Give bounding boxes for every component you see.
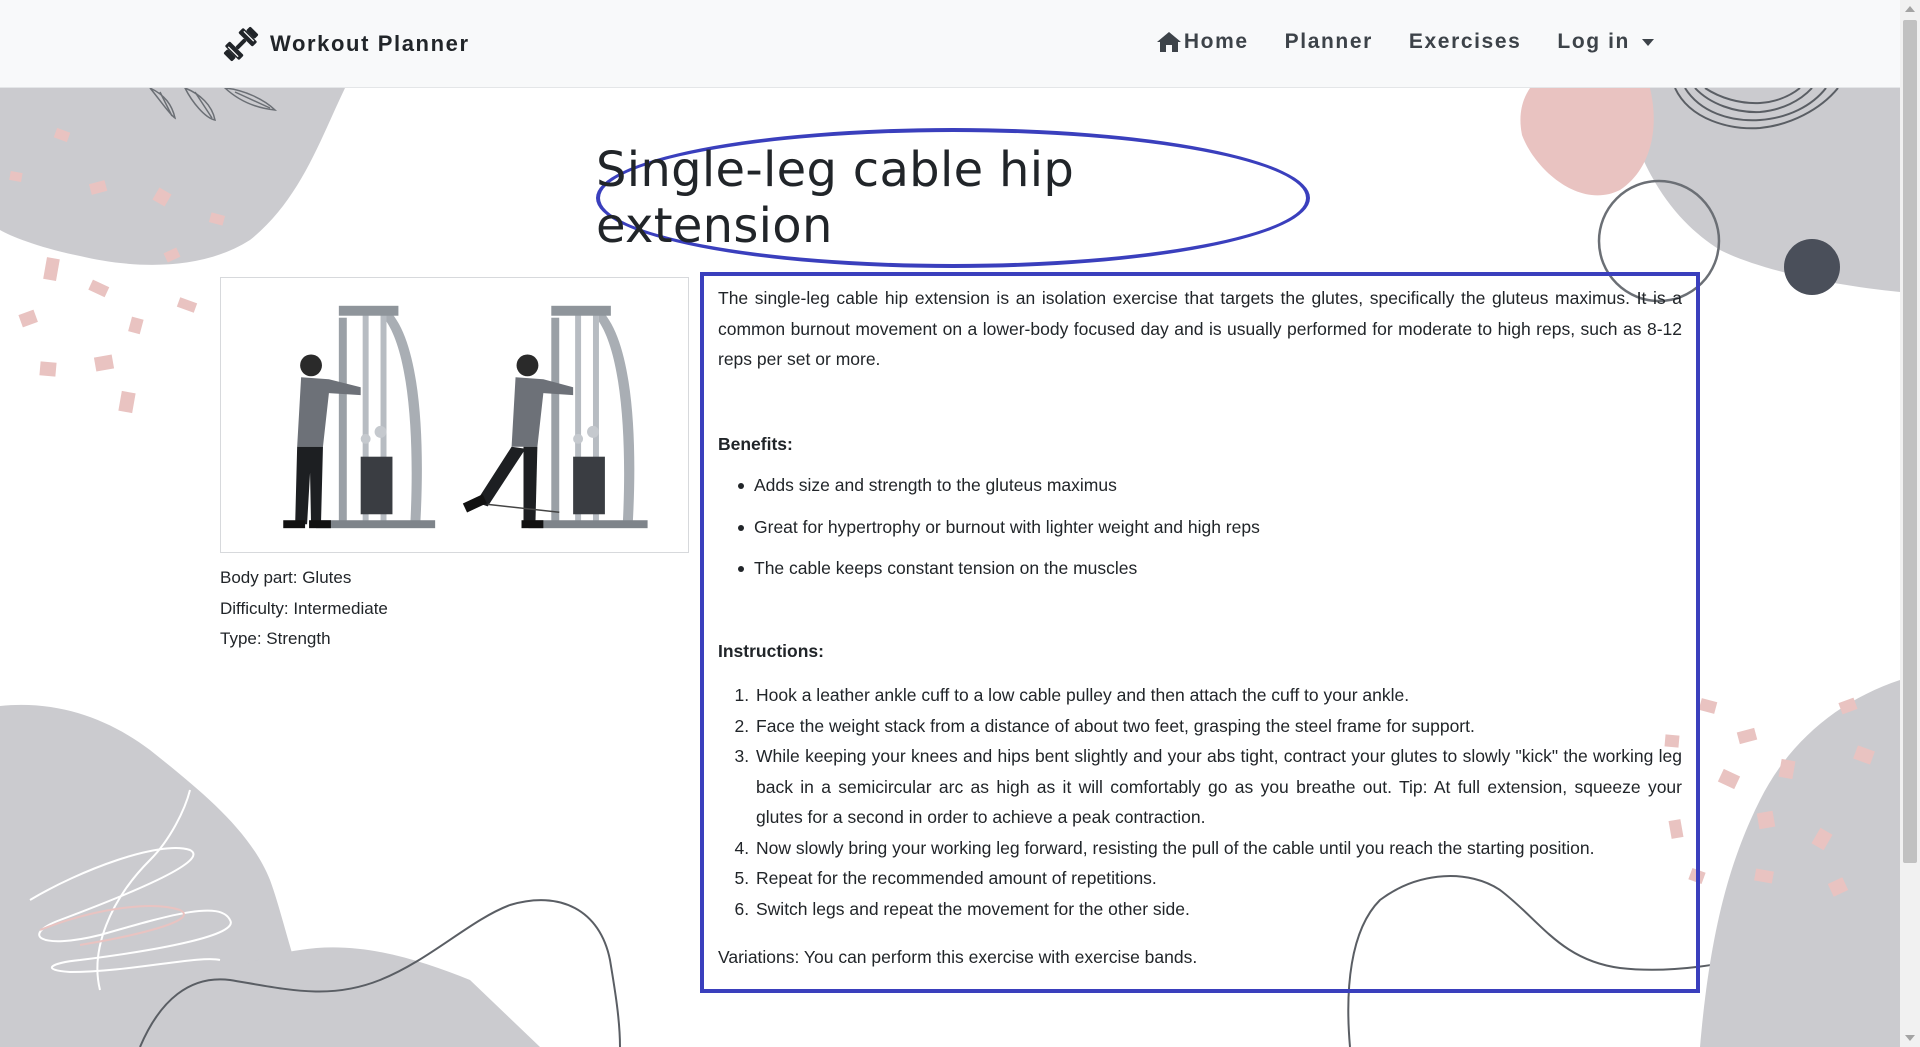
exercise-illustration bbox=[283, 305, 648, 529]
scroll-down-arrow-icon[interactable] bbox=[1905, 1035, 1915, 1041]
exercise-title: Single-leg cable hip extension bbox=[596, 142, 1075, 254]
list-item: Switch legs and repeat the movement for … bbox=[754, 894, 1682, 925]
list-item: Hook a leather ankle cuff to a low cable… bbox=[754, 680, 1682, 711]
nav-exercises-label: Exercises bbox=[1408, 30, 1522, 53]
cable-machine-left bbox=[316, 305, 436, 529]
scrollbar-thumb[interactable] bbox=[1903, 20, 1917, 863]
list-item: The cable keeps constant tension on the … bbox=[738, 553, 1682, 584]
nav-menu: Home Planner Exercises Log in bbox=[1138, 24, 1672, 60]
list-item: Great for hypertrophy or burnout with li… bbox=[738, 512, 1682, 543]
bg-blob-top-left bbox=[0, 88, 345, 265]
vertical-scrollbar[interactable] bbox=[1900, 0, 1920, 1047]
person-standing bbox=[283, 354, 361, 529]
navbar: Workout Planner Home Planner Exercises L… bbox=[0, 0, 1900, 88]
nav-login-label: Log in bbox=[1557, 30, 1630, 53]
bg-dark-dot bbox=[1784, 239, 1840, 295]
home-icon bbox=[1156, 32, 1181, 52]
list-item: Now slowly bring your working leg forwar… bbox=[754, 833, 1682, 864]
description-text: The single-leg cable hip extension is an… bbox=[718, 288, 1682, 369]
nav-planner-link[interactable]: Planner bbox=[1267, 30, 1391, 54]
exercise-description-panel: The single-leg cable hip extension is an… bbox=[700, 272, 1700, 993]
benefits-list: Adds size and strength to the gluteus ma… bbox=[718, 470, 1682, 584]
exercise-image bbox=[220, 277, 689, 553]
variations-text: Variations: You can perform this exercis… bbox=[718, 947, 1198, 967]
exercise-meta: Body part: Glutes Difficulty: Intermedia… bbox=[220, 563, 388, 655]
brand-title: Workout Planner bbox=[270, 31, 470, 56]
title-wrapper: Single-leg cable hip extension bbox=[596, 128, 1310, 268]
cable-machine-right bbox=[528, 305, 648, 529]
list-item: Face the weight stack from a distance of… bbox=[754, 711, 1682, 742]
bg-blob-top-right-gray bbox=[1620, 88, 1900, 292]
list-item: While keeping your knees and hips bent s… bbox=[754, 741, 1682, 833]
bg-blob-top-right-pink bbox=[1520, 88, 1654, 196]
nav-exercises-link[interactable]: Exercises bbox=[1391, 30, 1540, 54]
nav-login-dropdown[interactable]: Log in bbox=[1539, 30, 1672, 54]
instructions-heading: Instructions: bbox=[718, 640, 824, 661]
list-item: Repeat for the recommended amount of rep… bbox=[754, 863, 1682, 894]
list-item: Adds size and strength to the gluteus ma… bbox=[738, 470, 1682, 501]
nav-home-link[interactable]: Home bbox=[1138, 30, 1267, 54]
benefits-heading: Benefits: bbox=[718, 433, 793, 454]
body-part: Body part: Glutes bbox=[220, 568, 352, 587]
scroll-up-arrow-icon[interactable] bbox=[1905, 6, 1915, 12]
difficulty: Difficulty: Intermediate bbox=[220, 598, 388, 618]
brand-link[interactable]: Workout Planner bbox=[220, 22, 470, 66]
dumbbell-icon bbox=[223, 26, 259, 62]
nav-home-label: Home bbox=[1183, 30, 1249, 53]
bg-blob-bottom-right bbox=[1700, 680, 1900, 1047]
exercise-type: Type: Strength bbox=[220, 629, 331, 648]
nav-planner-label: Planner bbox=[1284, 30, 1373, 53]
instructions-list: Hook a leather ankle cuff to a low cable… bbox=[718, 680, 1682, 924]
caret-down-icon bbox=[1642, 38, 1654, 46]
